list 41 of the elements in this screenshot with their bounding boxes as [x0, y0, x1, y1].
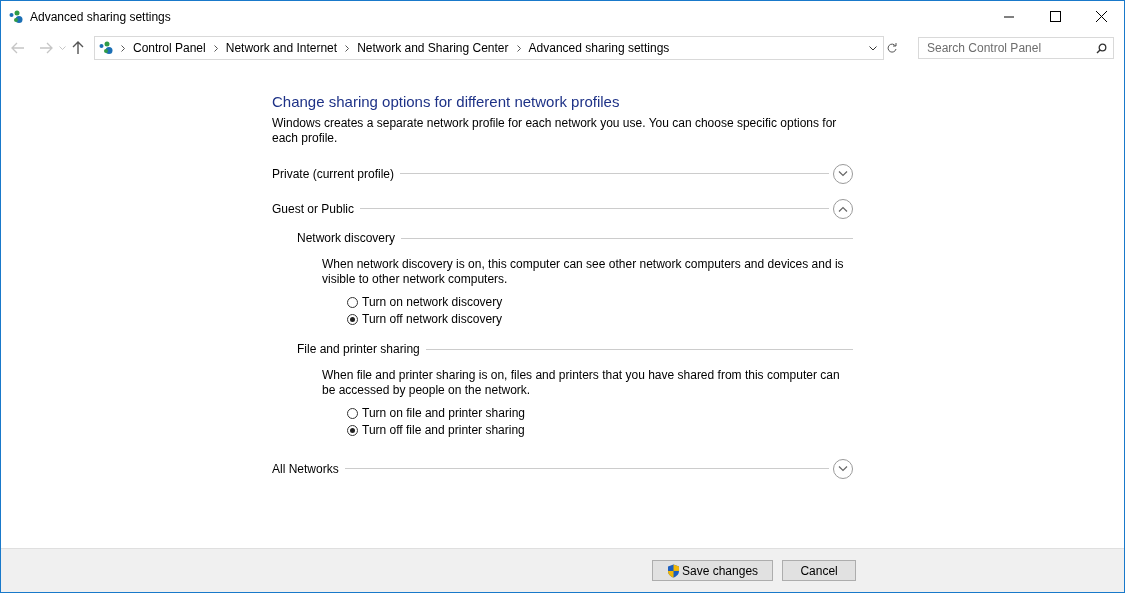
expand-button[interactable]	[833, 458, 853, 479]
section-title: File and printer sharing	[297, 342, 420, 356]
radio-label[interactable]: Turn off file and printer sharing	[362, 423, 525, 437]
search-field[interactable]: Search Control Panel	[918, 37, 1114, 59]
dropdown-caret-icon[interactable]	[869, 45, 877, 51]
chevron-right-icon	[516, 44, 521, 52]
section-description: When network discovery is on, this computer can see other network computers and devices and is visible to other network computers.	[322, 257, 845, 287]
section-description: When file and printer sharing is on, files and printers that you have shared from this computer can be accessed by people on the network.	[322, 368, 841, 398]
profile-label: All Networks	[272, 461, 339, 476]
radio-label[interactable]: Turn off network discovery	[362, 312, 503, 326]
search-icon[interactable]	[1096, 43, 1107, 54]
chevron-right-icon	[345, 44, 350, 52]
intro-text: Windows creates a separate network profile for each network you use. You can choose specific options for each profile.	[272, 116, 838, 146]
save-button[interactable]: Save changes	[652, 560, 774, 581]
window-title: Advanced sharing settings	[30, 9, 171, 24]
network-icon	[99, 41, 113, 55]
breadcrumb-item[interactable]: Advanced sharing settings	[528, 41, 670, 55]
chevron-down-icon	[838, 465, 848, 472]
collapse-button[interactable]	[833, 198, 853, 219]
network-icon	[9, 9, 23, 24]
expand-button[interactable]	[833, 163, 853, 184]
address-bar[interactable]: Control Panel Network and Internet Network and Sharing Center Advanced sharing settings	[94, 36, 884, 60]
refresh-icon[interactable]	[886, 42, 898, 54]
radio-label[interactable]: Turn on network discovery	[362, 295, 503, 309]
cancel-button[interactable]: Cancel	[782, 560, 857, 581]
breadcrumb-item[interactable]: Control Panel	[133, 41, 206, 55]
chevron-right-icon	[213, 44, 218, 52]
breadcrumb-item[interactable]: Network and Sharing Center	[357, 41, 509, 55]
profile-label: Guest or Public	[272, 201, 355, 216]
chevron-down-icon	[838, 170, 848, 177]
section-title: Network discovery	[297, 231, 396, 245]
breadcrumb-item[interactable]: Network and Internet	[225, 41, 338, 55]
chevron-right-icon	[121, 44, 125, 52]
page-heading: Change sharing options for different network profiles	[272, 93, 621, 110]
close-icon	[1095, 11, 1107, 22]
shield-icon	[667, 563, 680, 578]
radio-label[interactable]: Turn on file and printer sharing	[362, 406, 525, 420]
chevron-up-icon	[838, 205, 848, 212]
up-arrow-icon[interactable]	[72, 41, 84, 55]
maximize-icon	[1049, 11, 1061, 22]
profile-label: Private (current profile)	[272, 166, 395, 181]
